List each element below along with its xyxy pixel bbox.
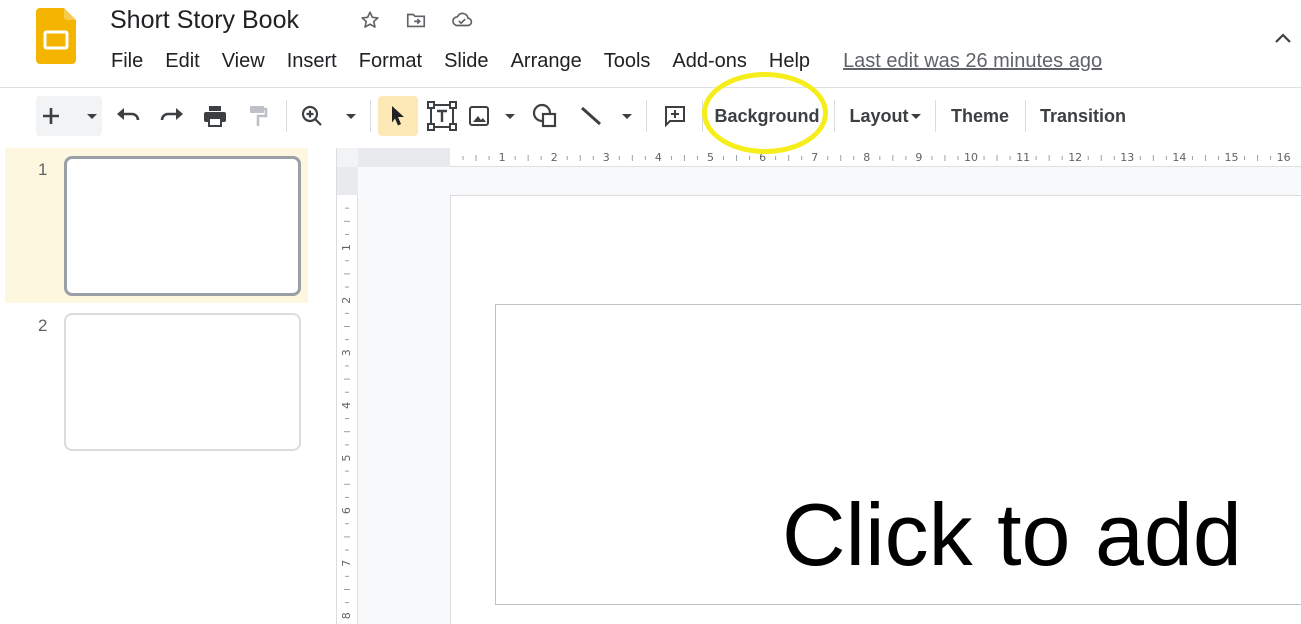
toolbar-separator: [646, 100, 647, 132]
shape-icon[interactable]: [528, 96, 562, 136]
toolbar-separator: [834, 100, 835, 132]
toolbar-separator: [1025, 100, 1026, 132]
ruler-margin-marker: [358, 148, 450, 167]
select-cursor-icon[interactable]: [378, 96, 418, 136]
annotation-highlight-circle: [702, 72, 828, 154]
menu-edit[interactable]: Edit: [154, 46, 210, 76]
slide-thumbnail-2[interactable]: [64, 313, 301, 451]
title-placeholder-text[interactable]: Click to add: [782, 480, 1242, 590]
transition-button[interactable]: Transition: [1035, 96, 1131, 136]
zoom-icon[interactable]: [298, 96, 362, 136]
paint-format-icon[interactable]: [242, 96, 274, 136]
ruler-margin-marker: [337, 167, 358, 195]
new-slide-button[interactable]: [36, 96, 102, 136]
theme-button-label: Theme: [950, 105, 1010, 126]
menu-bar: File Edit View Insert Format Slide Arran…: [100, 46, 1102, 76]
menu-tools[interactable]: Tools: [593, 46, 662, 76]
menu-arrange[interactable]: Arrange: [500, 46, 593, 76]
undo-icon[interactable]: [110, 96, 146, 136]
slide-thumbnail-1[interactable]: [64, 156, 301, 296]
collapse-menus-chevron-icon[interactable]: [1271, 28, 1295, 48]
line-icon[interactable]: [574, 96, 638, 136]
layout-button[interactable]: Layout: [846, 96, 926, 136]
menu-add-ons[interactable]: Add-ons: [661, 46, 758, 76]
google-slides-logo-icon[interactable]: [36, 8, 76, 64]
menu-view[interactable]: View: [211, 46, 276, 76]
menu-format[interactable]: Format: [348, 46, 433, 76]
last-edit-link[interactable]: Last edit was 26 minutes ago: [843, 50, 1102, 73]
toolbar-separator: [286, 100, 287, 132]
toolbar-separator: [935, 100, 936, 132]
add-comment-icon[interactable]: [658, 96, 692, 136]
slide-number: 2: [38, 316, 48, 335]
theme-button[interactable]: Theme: [945, 96, 1015, 136]
ruler-corner: [337, 148, 358, 167]
text-box-icon[interactable]: [424, 96, 460, 136]
menu-insert[interactable]: Insert: [276, 46, 348, 76]
toolbar-separator: [370, 100, 371, 132]
insert-image-icon[interactable]: [466, 96, 520, 136]
slide-number: 1: [38, 160, 48, 179]
horizontal-ruler[interactable]: [358, 148, 1301, 167]
move-to-folder-icon[interactable]: [404, 8, 428, 32]
cloud-saved-icon[interactable]: [450, 8, 474, 32]
star-icon[interactable]: [358, 8, 382, 32]
layout-button-label: Layout: [849, 105, 909, 126]
menu-slide[interactable]: Slide: [433, 46, 499, 76]
document-title[interactable]: Short Story Book: [110, 4, 299, 36]
vertical-ruler[interactable]: [337, 167, 358, 624]
transition-button-label: Transition: [1039, 105, 1126, 126]
layout-dropdown-icon: [910, 114, 921, 119]
header-divider: [0, 87, 1301, 88]
print-icon[interactable]: [198, 96, 232, 136]
redo-icon[interactable]: [154, 96, 190, 136]
menu-file[interactable]: File: [100, 46, 154, 76]
